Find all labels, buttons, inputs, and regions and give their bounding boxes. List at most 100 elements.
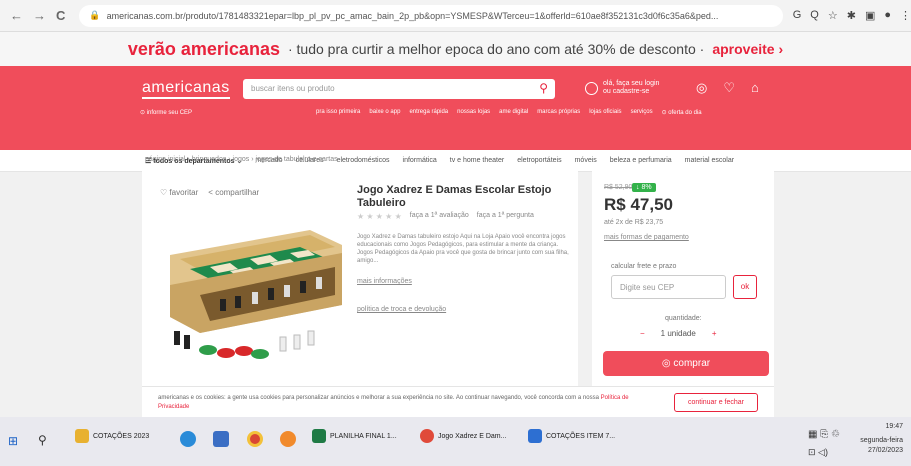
cart-icon[interactable]: ⌂ xyxy=(751,80,759,96)
quantity-label: quantidade: xyxy=(665,315,702,322)
cookie-text: americanas e os cookies: a gente usa coo… xyxy=(158,394,658,412)
heart-icon[interactable]: ♡ xyxy=(723,80,735,96)
department-item[interactable]: beleza e perfumaria xyxy=(610,157,672,165)
share-button[interactable]: < compartilhar xyxy=(208,188,259,197)
subnav-item[interactable]: baixe o app xyxy=(369,109,400,116)
subnav-item[interactable]: pra isso primeira xyxy=(316,109,360,116)
product-actions: ♡ favoritar < compartilhar xyxy=(160,188,259,197)
department-item[interactable]: eletroportáteis xyxy=(517,157,561,165)
taskbar-item[interactable]: PLANILHA FINAL 1... xyxy=(312,429,397,443)
subnav-item[interactable]: nossas lojas xyxy=(457,109,490,116)
promo-banner[interactable]: verão americanas · tudo pra curtir a mel… xyxy=(0,32,911,66)
firefox-icon[interactable] xyxy=(280,431,296,447)
extension-icon[interactable]: ✱ xyxy=(847,9,856,22)
lock-icon: 🔒 xyxy=(89,10,101,20)
system-clock[interactable]: 19:47 segunda-feira 27/02/2023 xyxy=(860,422,903,456)
tray-icons[interactable]: ▦ ⎘ ♲ xyxy=(808,429,840,440)
subnav-item[interactable]: marcas próprias xyxy=(537,109,580,116)
subnav-item[interactable]: lojas oficiais xyxy=(589,109,621,116)
subnav-item[interactable]: serviços xyxy=(631,109,653,116)
subnav-item[interactable]: ame digital xyxy=(499,109,528,116)
discount-badge: ↓ 8% xyxy=(632,183,656,192)
taskbar-label: PLANILHA FINAL 1... xyxy=(330,432,397,440)
user-icon xyxy=(585,81,598,95)
return-policy-link[interactable]: política de troca e devolução xyxy=(357,306,446,313)
checkers-pieces xyxy=(174,330,315,359)
store-icon[interactable] xyxy=(213,431,229,447)
installments: até 2x de R$ 23,75 xyxy=(604,219,664,226)
product-description: Jogo Xadrez e Damas tabuleiro estojo Aqu… xyxy=(357,234,569,264)
taskbar-item[interactable]: COTAÇÕES 2023 xyxy=(75,429,149,443)
bookmark-icon[interactable]: ☆ xyxy=(828,9,838,22)
rating-stars: ★ ★ ★ ★ ★ xyxy=(357,212,402,221)
zoom-icon[interactable]: Q xyxy=(810,9,819,22)
browser-tab-icon xyxy=(420,429,434,443)
subnav-item[interactable]: entrega rápida xyxy=(409,109,448,116)
site-logo[interactable]: americanas xyxy=(142,79,230,99)
question-link[interactable]: faça a 1ª pergunta xyxy=(477,212,534,221)
promo-text: · tudo pra curtir a melhor epoca do ano … xyxy=(287,41,705,57)
cookie-banner: americanas e os cookies: a gente usa coo… xyxy=(142,386,774,417)
subnav-item[interactable]: ⊙ oferta do dia xyxy=(662,109,702,116)
quantity-minus-button[interactable]: − xyxy=(640,329,645,338)
taskbar-label: Jogo Xadrez E Dam... xyxy=(438,432,507,440)
address-bar[interactable]: 🔒 americanas.com.br/produto/1781483321ep… xyxy=(79,4,783,27)
buy-button[interactable]: ◎ comprar xyxy=(603,351,769,376)
promo-brand: verão americanas xyxy=(127,38,280,59)
payment-options-link[interactable]: mais formas de pagamento xyxy=(604,234,689,241)
quantity-value: 1 unidade xyxy=(660,329,696,338)
forward-icon[interactable]: → xyxy=(33,8,46,23)
clock-date: 27/02/2023 xyxy=(867,447,903,454)
word-icon xyxy=(528,429,542,443)
taskbar-item[interactable]: Jogo Xadrez E Dam... xyxy=(420,429,506,443)
search-icon[interactable]: ⚲ xyxy=(539,81,548,95)
excel-icon xyxy=(312,429,326,443)
edge-icon[interactable] xyxy=(180,431,196,447)
cep-ok-button[interactable]: ok xyxy=(733,275,757,299)
shipping-label: calcular frete e prazo xyxy=(611,263,677,270)
rate-link[interactable]: faça a 1ª avaliação xyxy=(410,212,469,221)
header-icons: ◎ ♡ ⌂ xyxy=(696,80,759,96)
browser-nav: ← → C xyxy=(10,8,65,23)
wallet-icon[interactable]: ◎ xyxy=(696,80,707,96)
cep-input[interactable]: Digite seu CEP xyxy=(611,275,726,299)
cookie-message: americanas e os cookies: a gente usa coo… xyxy=(158,395,599,401)
browser-toolbar: ← → C 🔒 americanas.com.br/produto/178148… xyxy=(0,0,911,32)
department-item[interactable]: informática xyxy=(403,157,437,165)
back-icon[interactable]: ← xyxy=(10,8,23,23)
product-image[interactable] xyxy=(160,225,345,370)
department-item[interactable]: material escolar xyxy=(685,157,734,165)
more-info-link[interactable]: mais informações xyxy=(357,278,412,285)
reload-icon[interactable]: C xyxy=(56,8,65,23)
old-price: R$ 52,90 xyxy=(604,184,633,191)
favorite-button[interactable]: ♡ favoritar xyxy=(160,188,198,197)
quantity-stepper: − 1 unidade + xyxy=(640,329,717,338)
google-icon[interactable]: G xyxy=(793,9,802,22)
taskbar-item[interactable]: COTAÇÕES ITEM 7... xyxy=(528,429,615,443)
sidepanel-icon[interactable]: ▣ xyxy=(865,9,875,22)
windows-start-icon[interactable]: ⊞ xyxy=(8,434,18,448)
subnav-item[interactable]: ⊙ informe seu CEP xyxy=(140,109,192,116)
url-text: americanas.com.br/produto/1781483321epar… xyxy=(106,10,719,21)
site-header: americanas buscar itens ou produto ⚲ olá… xyxy=(0,66,911,150)
department-item[interactable]: eletrodomésticos xyxy=(337,157,390,165)
search-taskbar-icon[interactable]: ⚲ xyxy=(38,433,47,447)
chrome-icon[interactable] xyxy=(247,431,263,447)
promo-cta[interactable]: aproveite › xyxy=(712,41,783,57)
quantity-plus-button[interactable]: + xyxy=(712,329,717,338)
login-line1: olá, faça seu login xyxy=(603,80,660,87)
profile-icon[interactable]: ● xyxy=(884,9,891,22)
department-item[interactable]: móveis xyxy=(575,157,597,165)
taskbar-label: COTAÇÕES 2023 xyxy=(93,432,150,440)
search-input[interactable]: buscar itens ou produto ⚲ xyxy=(243,79,555,99)
rating-row: ★ ★ ★ ★ ★ faça a 1ª avaliação faça a 1ª … xyxy=(357,212,534,221)
menu-icon[interactable]: ⋮ xyxy=(900,9,911,22)
network-icon[interactable]: ⊡ ◁) xyxy=(808,447,828,458)
login-link[interactable]: olá, faça seu login ou cadastre-se xyxy=(585,80,659,96)
continue-close-button[interactable]: continuar e fechar xyxy=(674,393,758,412)
clock-time: 19:47 xyxy=(885,423,903,430)
department-item[interactable]: tv e home theater xyxy=(450,157,504,165)
windows-taskbar: ⊞ ⚲ COTAÇÕES 2023 PLANILHA FINAL 1... Jo… xyxy=(0,417,911,466)
breadcrumb[interactable]: página inicial › brinquedos › jogos › jo… xyxy=(145,156,338,163)
login-line2: ou cadastre-se xyxy=(603,88,650,95)
